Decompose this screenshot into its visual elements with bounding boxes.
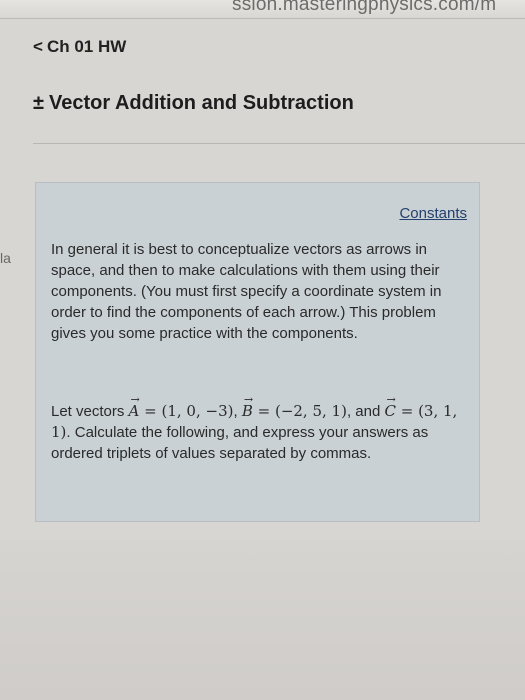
problem-intro-panel: Constants In general it is best to conce… (35, 182, 480, 522)
problem-instructions: . Calculate the following, and express y… (51, 424, 429, 462)
separator-1: , (233, 403, 242, 420)
separator-2: , and (346, 403, 385, 420)
back-link-label: Ch 01 HW (46, 37, 127, 56)
page-title-text: Vector Addition and Subtraction (48, 92, 354, 114)
url-text: ssion.masteringphysics.com/m (232, 0, 497, 15)
vector-c-symbol: C (384, 389, 396, 422)
constants-link[interactable]: Constants (399, 205, 467, 222)
chevron-left-icon: < (33, 37, 43, 56)
title-divider (33, 143, 525, 144)
vector-a-value: = (1, 0, −3) (139, 402, 234, 420)
vector-a-definition: A = (1, 0, −3) (129, 389, 234, 422)
vector-b-definition: B = (−2, 5, 1) (242, 389, 347, 422)
back-to-ch01-hw-link[interactable]: < Ch 01 HW (33, 37, 126, 57)
vector-b-value: = (−2, 5, 1) (252, 402, 347, 420)
problem-statement: Let vectors A = (1, 0, −3), B = (−2, 5, … (51, 389, 471, 464)
page-background-bottom (0, 540, 525, 700)
vector-a-symbol: A (129, 389, 140, 422)
browser-url-bar[interactable]: ssion.masteringphysics.com/m (0, 0, 525, 19)
vector-b-symbol: B (242, 389, 253, 422)
intro-paragraph: In general it is best to conceptualize v… (51, 241, 442, 342)
plus-minus-icon[interactable]: ± (33, 92, 44, 115)
cropped-side-text: la (0, 250, 11, 266)
page-title: ± Vector Addition and Subtraction (33, 92, 354, 115)
problem-lead: Let vectors (51, 403, 129, 420)
